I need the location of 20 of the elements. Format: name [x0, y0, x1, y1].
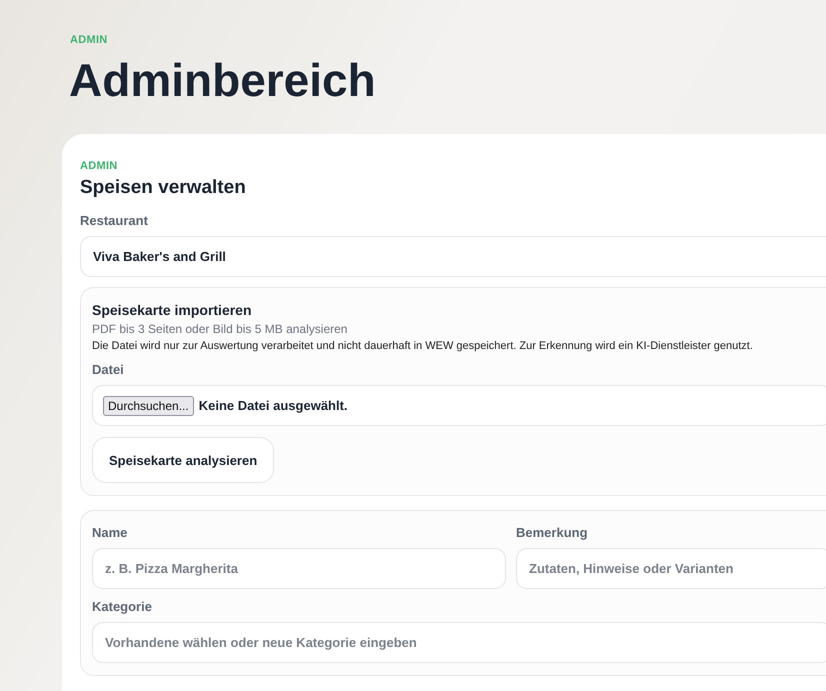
privacy-note: Die Datei wird nur zur Auswertung verarbeitet und nicht dauerhaft in WEW gespeichert. Zur Erkennung wird ein KI-Dienstleister genutzt. — [92, 340, 754, 352]
field-label: Datei — [92, 362, 125, 377]
page-title: Adminbereich — [69, 53, 377, 108]
section-eyebrow: ADMIN — [70, 34, 109, 46]
restaurant-select[interactable]: Viva Baker's and Grill — [80, 236, 826, 277]
analyze-button[interactable]: Speisekarte analysieren — [92, 437, 274, 483]
browse-button[interactable]: Durchsuchen... — [103, 396, 194, 416]
field-label: Kategorie — [92, 599, 153, 614]
field-label: Name — [92, 525, 128, 540]
file-input[interactable]: Durchsuchen... Keine Datei ausgewählt. — [92, 385, 826, 426]
import-subtitle: PDF bis 3 Seiten oder Bild bis 5 MB analysieren — [92, 322, 348, 336]
card-title: Speisen verwalten — [80, 177, 247, 199]
remark-input[interactable]: Zutaten, Hinweise oder Varianten — [516, 548, 826, 589]
name-input[interactable]: z. B. Pizza Margherita — [92, 548, 506, 589]
import-title: Speisekarte importieren — [92, 302, 253, 318]
file-status: Keine Datei ausgewählt. — [198, 398, 348, 413]
category-input[interactable]: Vorhandene wählen oder neue Kategorie eingeben — [92, 622, 826, 663]
field-label: Restaurant — [80, 213, 149, 228]
card-eyebrow: ADMIN — [80, 160, 119, 172]
field-label: Bemerkung — [516, 525, 589, 540]
